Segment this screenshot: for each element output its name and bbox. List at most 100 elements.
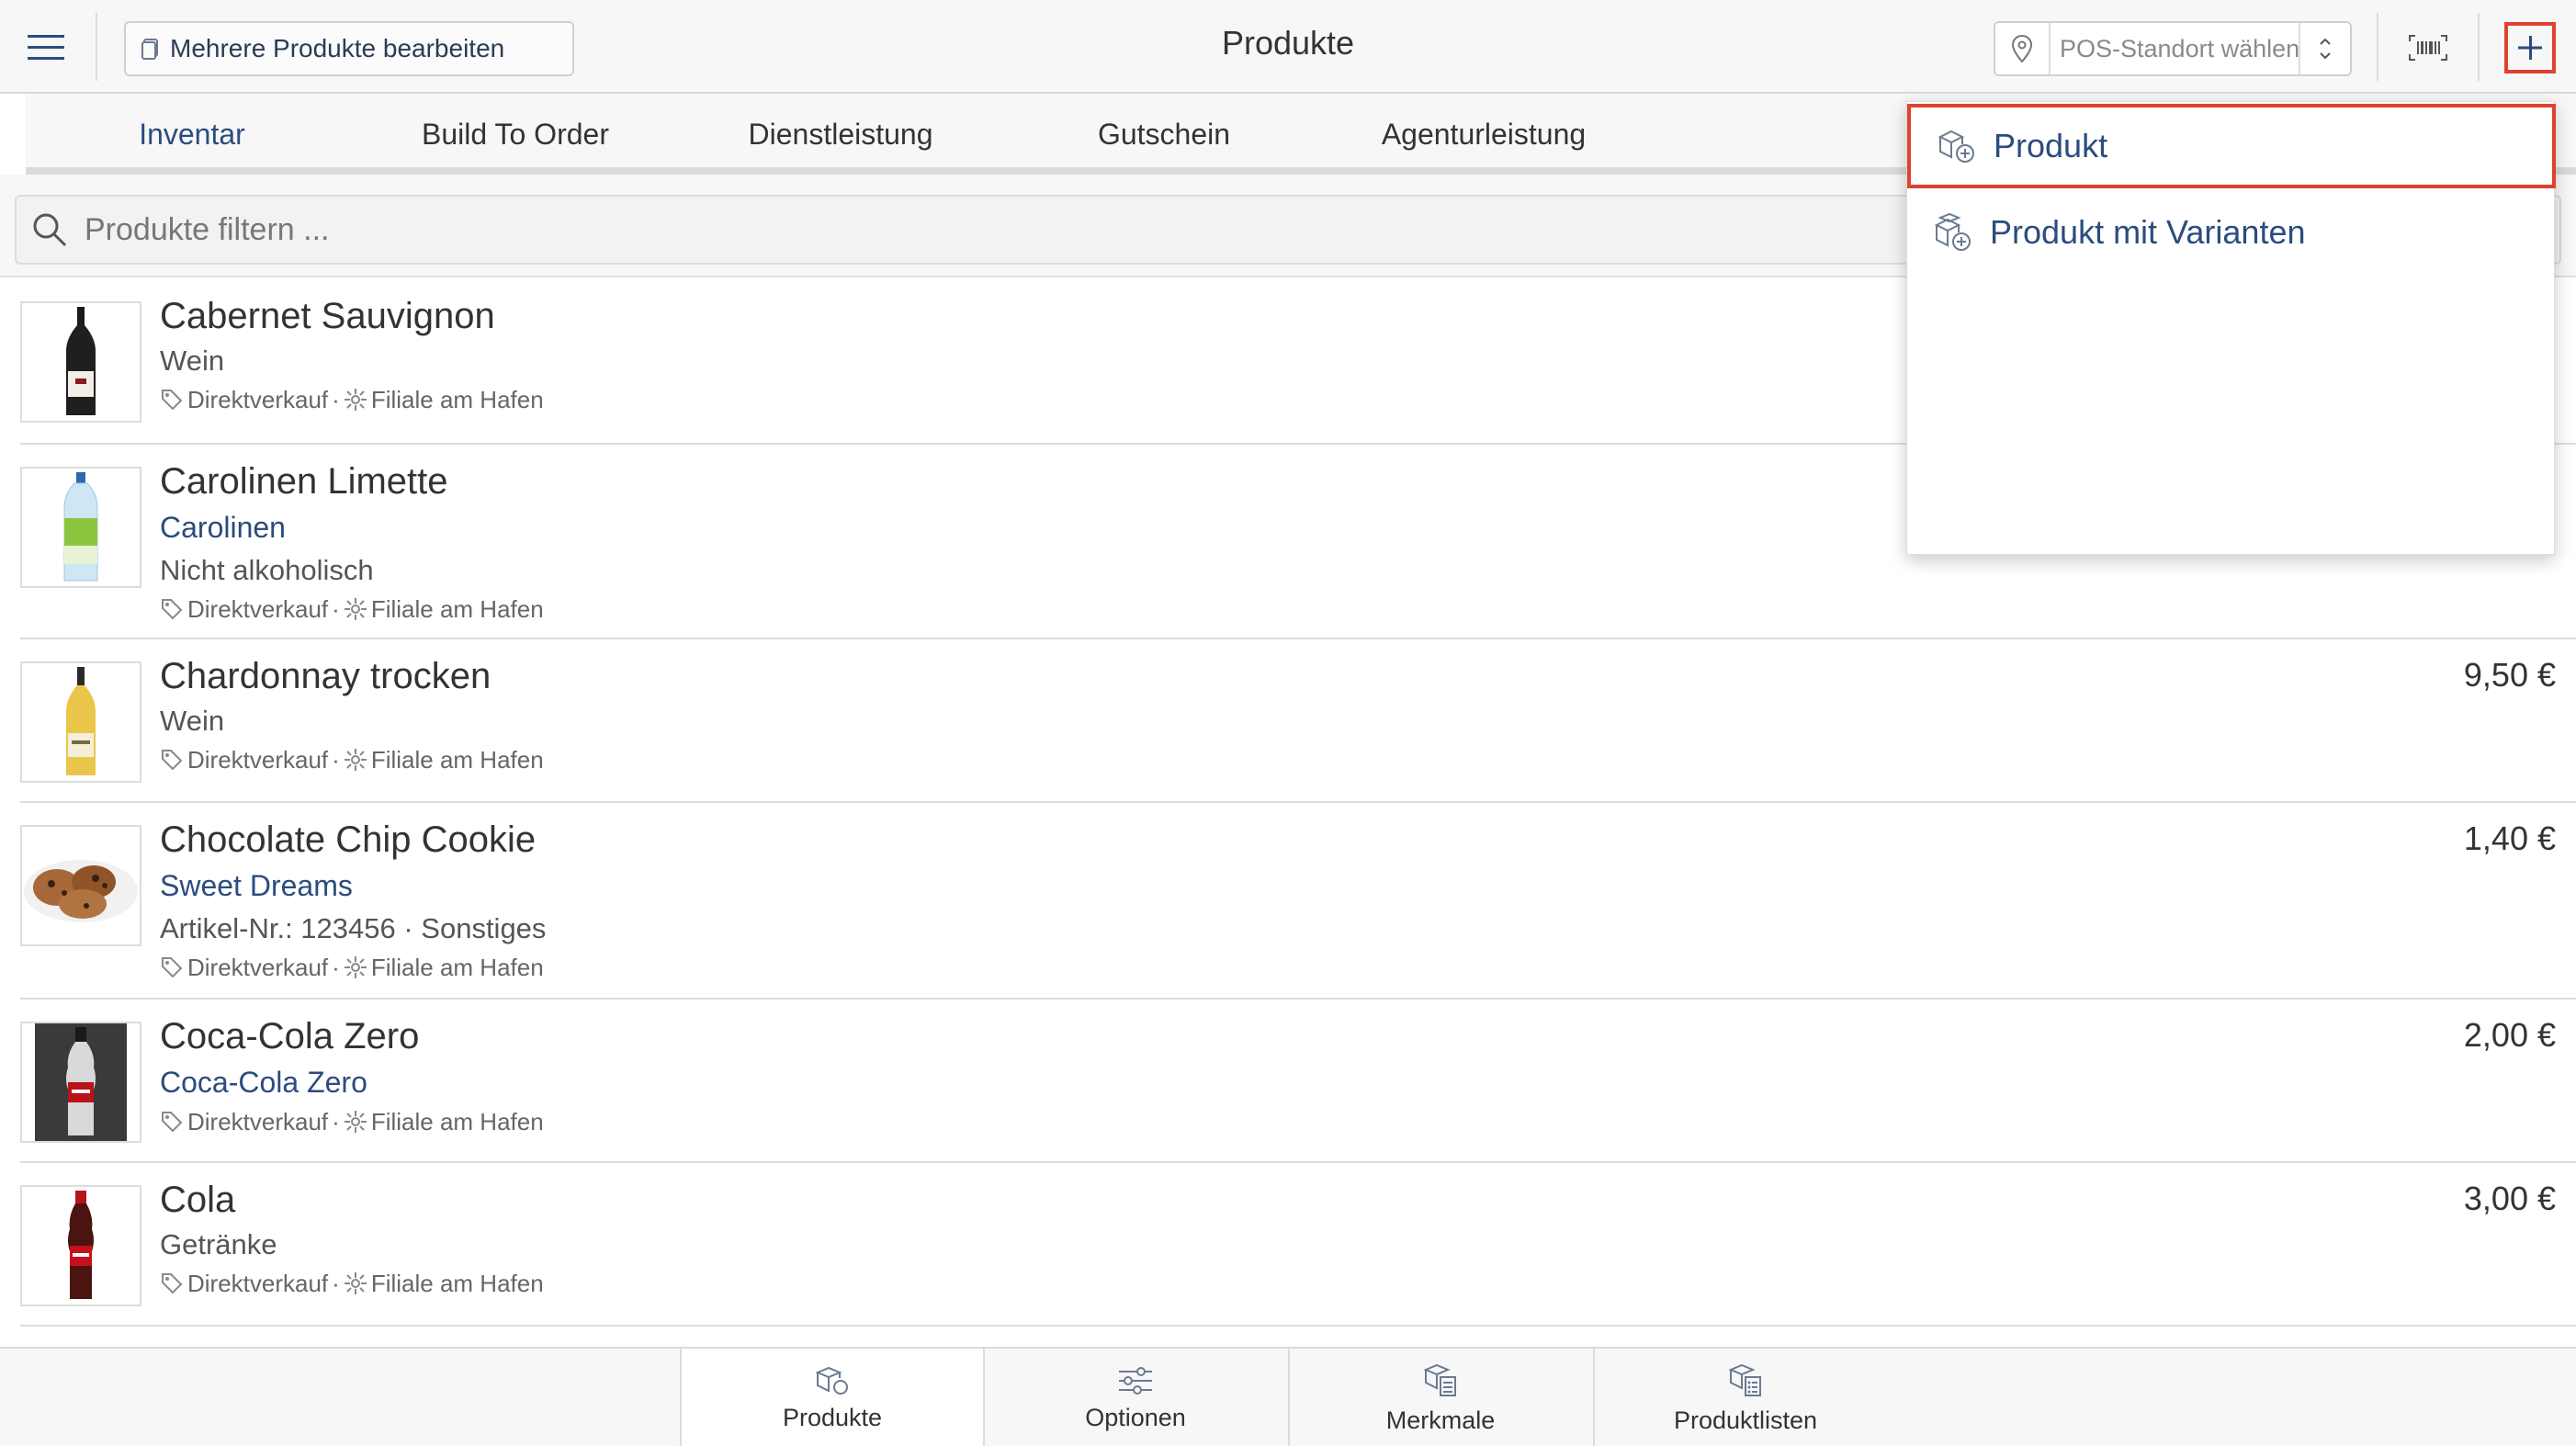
options-icon bbox=[1119, 1366, 1152, 1395]
add-product-button[interactable] bbox=[2504, 22, 2556, 73]
hamburger-icon bbox=[28, 35, 64, 60]
product-category: Wein bbox=[160, 705, 225, 737]
stack-icon bbox=[141, 39, 158, 60]
bottom-tab-optionen[interactable]: Optionen bbox=[983, 1349, 1286, 1446]
bottom-tab-produktlisten[interactable]: Produktlisten bbox=[1593, 1349, 1896, 1446]
barcode-icon bbox=[2409, 35, 2447, 61]
attributes-icon bbox=[1423, 1363, 1456, 1396]
tab-gutschein[interactable]: Gutschein bbox=[1001, 94, 1327, 175]
product-lists-icon bbox=[1728, 1363, 1761, 1396]
tab-dienstleistung[interactable]: Dienstleistung bbox=[678, 94, 1003, 175]
store-location: Filiale am Hafen bbox=[370, 1108, 544, 1135]
product-thumbnail bbox=[20, 301, 141, 423]
product-meta: Direktverkauf · Filiale am Hafen bbox=[160, 950, 546, 985]
bottom-navigation: Produkte Optionen Merkmale Produktlisten bbox=[0, 1347, 2576, 1446]
divider bbox=[96, 13, 97, 81]
cola-bottle-image bbox=[68, 1191, 94, 1299]
sales-channel: Direktverkauf bbox=[187, 746, 329, 774]
tab-agenturleistung[interactable]: Agenturleistung bbox=[1321, 94, 1646, 175]
store-icon bbox=[344, 749, 367, 771]
products-icon bbox=[815, 1366, 848, 1395]
product-meta: Direktverkauf · Filiale am Hafen bbox=[160, 382, 544, 417]
meta-separator: · bbox=[332, 386, 340, 413]
product-name: Cola bbox=[160, 1180, 236, 1220]
meta-separator: · bbox=[332, 595, 340, 623]
product-category: Getränke bbox=[160, 1228, 277, 1260]
product-price: 9,50 € bbox=[2463, 656, 2556, 694]
price-tag-icon bbox=[162, 390, 183, 411]
barcode-scan-button[interactable] bbox=[2400, 20, 2457, 75]
meta-separator: · bbox=[332, 954, 340, 981]
divider bbox=[2478, 13, 2480, 81]
store-icon bbox=[344, 1111, 367, 1133]
product-meta: Direktverkauf · Filiale am Hafen bbox=[160, 1104, 544, 1139]
price-tag-icon bbox=[162, 750, 183, 771]
product-name: Coca-Cola Zero bbox=[160, 1016, 420, 1056]
search-icon bbox=[33, 213, 67, 247]
product-thumbnail bbox=[20, 825, 141, 946]
store-location: Filiale am Hafen bbox=[370, 595, 544, 623]
list-item[interactable]: Cola Getränke Direktverkauf · Filiale am… bbox=[20, 1163, 2576, 1327]
store-icon bbox=[344, 389, 367, 411]
product-name: Chardonnay trocken bbox=[160, 656, 491, 696]
cola-zero-bottle-image bbox=[35, 1023, 127, 1141]
multi-edit-button[interactable]: Mehrere Produkte bearbeiten bbox=[124, 21, 574, 76]
list-item[interactable]: Chardonnay trocken Wein Direktverkauf · … bbox=[20, 639, 2576, 803]
product-brand: Carolinen bbox=[160, 511, 286, 544]
product-price: 1,40 € bbox=[2463, 819, 2556, 857]
meta-separator: · bbox=[332, 746, 340, 774]
store-location: Filiale am Hafen bbox=[370, 386, 544, 413]
plus-icon bbox=[2518, 36, 2542, 60]
product-meta: Direktverkauf · Filiale am Hafen bbox=[160, 1266, 544, 1301]
product-name: Chocolate Chip Cookie bbox=[160, 819, 537, 860]
list-item[interactable]: Chocolate Chip Cookie Sweet Dreams Artik… bbox=[20, 803, 2576, 1000]
price-tag-icon bbox=[162, 1273, 183, 1294]
pos-location-select[interactable]: POS-Standort wählen... bbox=[1994, 21, 2352, 76]
add-product-icon bbox=[1938, 130, 1974, 163]
product-price: 3,00 € bbox=[2463, 1180, 2556, 1217]
product-price: 2,00 € bbox=[2463, 1016, 2556, 1054]
product-meta: Direktverkauf · Filiale am Hafen bbox=[160, 592, 544, 627]
cookies-image bbox=[22, 827, 140, 944]
menu-item-product[interactable]: Produkt bbox=[1907, 104, 2556, 188]
white-wine-bottle-image bbox=[66, 667, 96, 775]
price-tag-icon bbox=[162, 1112, 183, 1133]
page-title: Produkte bbox=[1221, 24, 1355, 62]
tab-inventar[interactable]: Inventar bbox=[29, 94, 355, 182]
sales-channel: Direktverkauf bbox=[187, 595, 329, 623]
water-bottle-image bbox=[63, 472, 98, 582]
bottom-tab-label: Optionen bbox=[1085, 1403, 1186, 1431]
sales-channel: Direktverkauf bbox=[187, 1108, 329, 1135]
divider bbox=[2377, 13, 2378, 81]
menu-item-product-variants[interactable]: Produkt mit Varianten bbox=[1907, 190, 2556, 275]
product-article-info: Artikel-Nr.: 123456 · Sonstiges bbox=[160, 912, 547, 944]
price-tag-icon bbox=[162, 957, 183, 978]
bottom-tab-label: Produktlisten bbox=[1673, 1406, 1818, 1434]
bottom-tab-label: Produkte bbox=[782, 1403, 883, 1431]
store-location: Filiale am Hafen bbox=[370, 1270, 544, 1297]
product-thumbnail bbox=[20, 467, 141, 588]
store-icon bbox=[344, 1272, 367, 1294]
bottom-tab-label: Merkmale bbox=[1385, 1406, 1496, 1434]
product-brand: Sweet Dreams bbox=[160, 869, 353, 902]
bottom-tab-produkte[interactable]: Produkte bbox=[680, 1349, 983, 1446]
tab-build-to-order[interactable]: Build To Order bbox=[353, 94, 678, 175]
bottom-tab-merkmale[interactable]: Merkmale bbox=[1288, 1349, 1591, 1446]
add-product-menu: Produkt Produkt mit Varianten bbox=[1906, 101, 2556, 555]
location-pin-icon bbox=[2012, 35, 2032, 62]
sales-channel: Direktverkauf bbox=[187, 954, 329, 981]
product-category: Nicht alkoholisch bbox=[160, 554, 374, 586]
store-location: Filiale am Hafen bbox=[370, 746, 544, 774]
list-item[interactable]: Coca-Cola Zero Coca-Cola Zero Direktverk… bbox=[20, 1000, 2576, 1163]
top-bar: Mehrere Produkte bearbeiten Produkte POS… bbox=[0, 0, 2576, 94]
price-tag-icon bbox=[162, 599, 183, 620]
product-brand: Coca-Cola Zero bbox=[160, 1066, 367, 1099]
product-name: Carolinen Limette bbox=[160, 461, 448, 502]
store-location: Filiale am Hafen bbox=[370, 954, 544, 981]
menu-button[interactable] bbox=[17, 20, 75, 75]
sales-channel: Direktverkauf bbox=[187, 386, 329, 413]
product-thumbnail bbox=[20, 1022, 141, 1143]
store-icon bbox=[344, 956, 367, 978]
menu-item-label: Produkt bbox=[1994, 127, 2108, 164]
menu-item-label: Produkt mit Varianten bbox=[1990, 213, 2306, 251]
